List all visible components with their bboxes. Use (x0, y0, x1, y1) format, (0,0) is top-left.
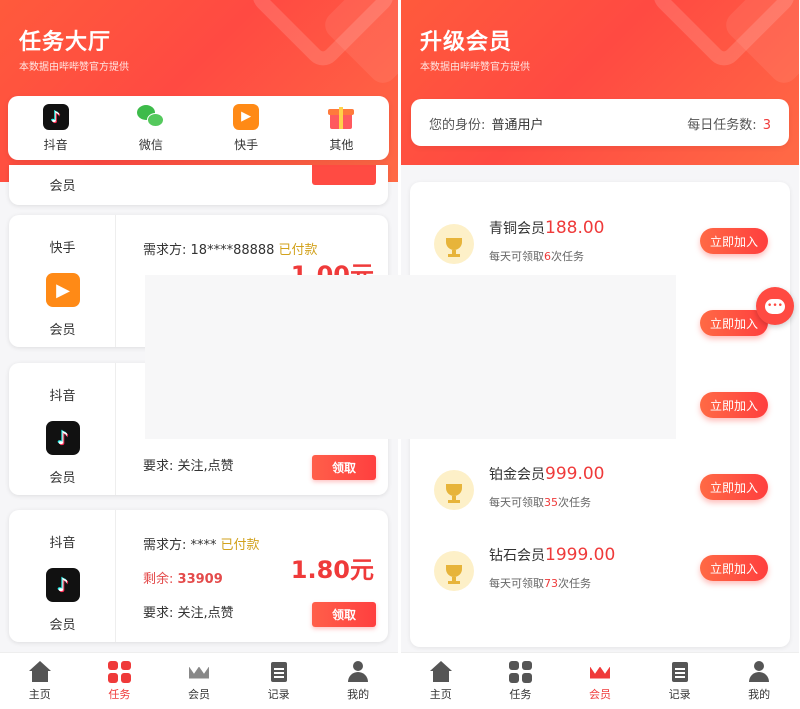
trophy-icon (434, 551, 474, 591)
tab-home[interactable]: 主页 (10, 660, 70, 702)
platform-filter-other[interactable]: 其他 (311, 104, 371, 153)
page-subtitle: 本数据由哔哔赞官方提供 (19, 62, 129, 73)
crown-icon (588, 661, 612, 683)
paid-status: 已付款 (220, 538, 260, 553)
platform-label: 抖音 (43, 137, 68, 152)
tab-label: 任务 (509, 687, 532, 701)
task-demand: 需求方: **** 已付款 (143, 538, 260, 553)
tab-profile[interactable]: 我的 (729, 660, 789, 702)
platform-label: 快手 (234, 137, 259, 152)
platform-filter-douyin[interactable]: ♪ 抖音 (26, 103, 86, 153)
tab-records[interactable]: 记录 (650, 661, 710, 702)
page-title: 任务大厅 (19, 30, 112, 55)
bottom-tab-bar: 主页 任务 会员 记录 我的 (401, 652, 799, 709)
trophy-icon (434, 224, 474, 264)
claim-button[interactable]: 领取 (312, 602, 376, 627)
task-grid-icon (107, 660, 131, 683)
tab-label: 主页 (28, 687, 51, 701)
tab-label: 我的 (347, 687, 370, 701)
tab-label: 会员 (588, 687, 611, 701)
join-button[interactable]: 立即加入 (700, 392, 768, 418)
claim-button[interactable] (312, 165, 376, 185)
tab-label: 我的 (748, 687, 771, 701)
home-icon (28, 660, 52, 683)
task-platform: 抖音 (49, 389, 76, 404)
kuaishou-icon: ▶ (233, 103, 260, 130)
task-remaining: 剩余: 33909 (143, 572, 223, 587)
bottom-tab-bar: 主页 任务 会员 记录 我的 (0, 652, 398, 709)
tab-profile[interactable]: 我的 (328, 660, 388, 702)
task-platform-icon: ♪ (46, 568, 80, 602)
trophy-icon (434, 470, 474, 510)
task-card-partial: 会员 (9, 165, 388, 205)
wechat-icon (136, 104, 165, 130)
tab-home[interactable]: 主页 (411, 660, 471, 702)
tier-description: 每天可领取73次任务 (489, 577, 591, 590)
platform-label: 微信 (138, 137, 163, 152)
task-card: 抖音 ♪ 会员 需求方: **** 已付款 剩余: 33909 1.80元 要求:… (9, 510, 388, 642)
join-button[interactable]: 立即加入 (700, 228, 768, 254)
membership-tier: 青铜会员188.00 每天可领取6次任务 立即加入 (410, 212, 790, 272)
tier-name: 钻石会员1999.00 (489, 545, 616, 565)
task-grid-icon (508, 660, 532, 683)
task-requirement: 要求: 关注,点赞 (143, 606, 234, 621)
tiktok-icon: ♪ (46, 568, 80, 602)
tier-description: 每天可领取6次任务 (489, 250, 584, 263)
task-price: 1.80元 (290, 556, 374, 584)
clipboard-icon (267, 661, 291, 683)
identity-status: 您的身份: 普通用户 (429, 118, 544, 133)
blank-overlay (145, 275, 676, 439)
tier-description: 每天可领取35次任务 (489, 496, 591, 509)
chat-bubble-icon: ••• (765, 298, 785, 314)
task-level: 会员 (49, 618, 76, 633)
tab-membership[interactable]: 会员 (169, 661, 229, 702)
tab-label: 任务 (108, 687, 131, 701)
tab-membership[interactable]: 会员 (570, 661, 630, 702)
page-subtitle: 本数据由哔哔赞官方提供 (420, 62, 530, 73)
task-platform-icon: ♪ (46, 421, 80, 455)
tab-tasks[interactable]: 任务 (89, 660, 149, 702)
claim-button[interactable]: 领取 (312, 455, 376, 480)
membership-tier: 铂金会员999.00 每天可领取35次任务 立即加入 (410, 458, 790, 518)
tiktok-icon: ♪ (42, 103, 69, 130)
tab-label: 会员 (187, 687, 210, 701)
task-level: 会员 (49, 471, 76, 486)
task-platform: 抖音 (49, 536, 76, 551)
membership-tier: 钻石会员1999.00 每天可领取73次任务 立即加入 (410, 539, 790, 599)
chat-button[interactable]: ••• (756, 287, 794, 325)
platform-filter-bar: ♪ 抖音 微信 ▶ 快手 其他 (8, 96, 389, 160)
join-button[interactable]: 立即加入 (700, 474, 768, 500)
task-level: 会员 (49, 179, 76, 194)
tab-records[interactable]: 记录 (249, 661, 309, 702)
task-platform: 快手 (49, 241, 76, 256)
tier-name: 青铜会员188.00 (489, 218, 605, 238)
task-platform-icon: ▶ (46, 273, 80, 307)
tab-tasks[interactable]: 任务 (490, 660, 550, 702)
user-icon (747, 660, 771, 683)
tab-label: 记录 (267, 687, 290, 701)
home-icon (429, 660, 453, 683)
platform-filter-wechat[interactable]: 微信 (121, 104, 181, 153)
tab-label: 记录 (668, 687, 691, 701)
kuaishou-icon: ▶ (46, 273, 80, 307)
clipboard-icon (668, 661, 692, 683)
user-icon (346, 660, 370, 683)
page-title: 升级会员 (420, 30, 513, 55)
identity-card: 您的身份: 普通用户 每日任务数: 3 (411, 99, 789, 146)
tab-label: 主页 (429, 687, 452, 701)
platform-label: 其他 (329, 137, 354, 152)
join-button[interactable]: 立即加入 (700, 555, 768, 581)
crown-icon (187, 661, 211, 683)
task-requirement: 要求: 关注,点赞 (143, 459, 234, 474)
platform-filter-kuaishou[interactable]: ▶ 快手 (216, 103, 276, 153)
gift-icon (328, 104, 355, 130)
task-level: 会员 (49, 323, 76, 338)
tier-name: 铂金会员999.00 (489, 464, 605, 484)
tiktok-icon: ♪ (46, 421, 80, 455)
daily-task-count: 每日任务数: 3 (687, 118, 771, 133)
